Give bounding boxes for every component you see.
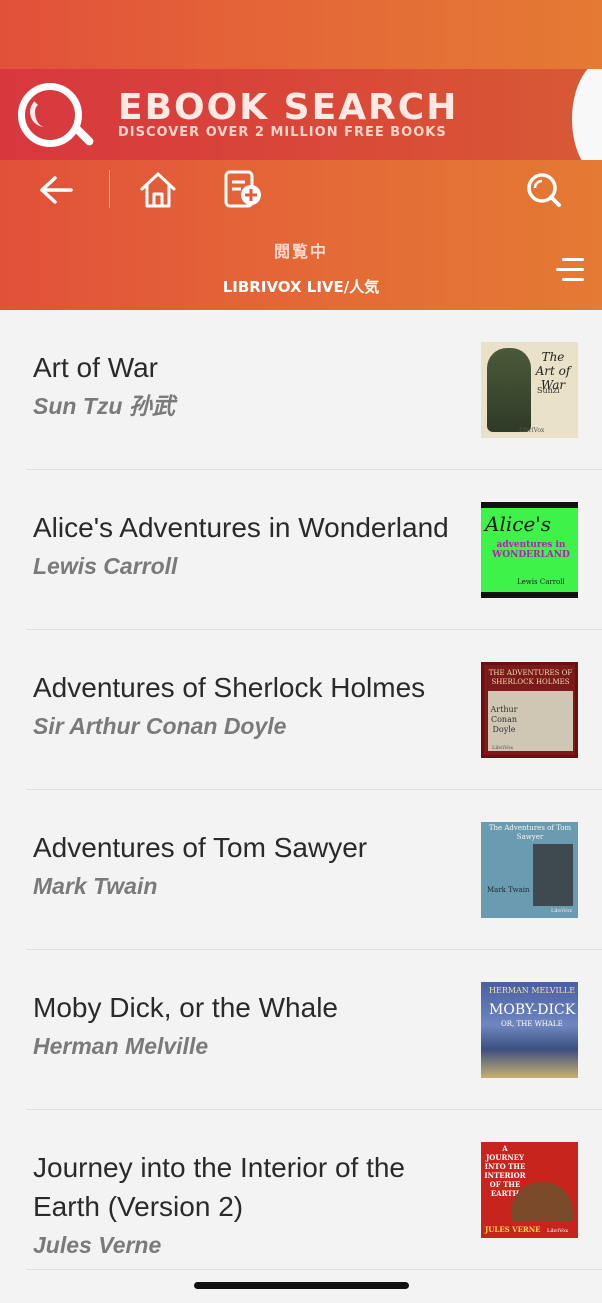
ebook-search-banner[interactable]: EBOOK SEARCH DISCOVER OVER 2 MILLION FRE… xyxy=(0,69,602,160)
book-cover: HERMAN MELVILLE MOBY-DICK OR, THE WHALE xyxy=(481,982,578,1078)
magnifier-logo-highlight xyxy=(30,97,60,127)
book-author: Lewis Carroll xyxy=(33,553,178,579)
menu-icon[interactable] xyxy=(550,256,584,286)
book-title: Art of War xyxy=(33,352,158,383)
list-item[interactable]: Adventures of Tom Sawyer Mark Twain The … xyxy=(0,790,602,950)
toolbar-divider xyxy=(109,170,110,208)
list-item[interactable]: Adventures of Sherlock Holmes Sir Arthur… xyxy=(0,630,602,790)
list-item[interactable]: Journey into the Interior of the Earth (… xyxy=(0,1110,602,1270)
book-author: Sun Tzu 孙武 xyxy=(33,393,175,419)
book-cover: The Adventures of Tom Sawyer Mark Twain … xyxy=(481,822,578,918)
add-document-icon[interactable] xyxy=(220,168,264,212)
banner-title: EBOOK SEARCH xyxy=(118,87,459,128)
book-cover: The Art of War Sunzi LibriVox xyxy=(481,342,578,438)
book-author: Jules Verne xyxy=(33,1232,162,1258)
book-author: Herman Melville xyxy=(33,1033,209,1059)
category-title: LIBRIVOX LIVE/人気 xyxy=(222,278,380,296)
book-author: Sir Arthur Conan Doyle xyxy=(33,713,287,739)
book-cover: THE ADVENTURES OF SHERLOCK HOLMES Arthur… xyxy=(481,662,578,758)
home-indicator xyxy=(194,1282,409,1289)
book-title: Alice's Adventures in Wonderland xyxy=(33,512,449,543)
list-item[interactable]: Art of War Sun Tzu 孙武 The Art of War Sun… xyxy=(0,310,602,470)
banner-subtitle: DISCOVER OVER 2 MILLION FREE BOOKS xyxy=(118,125,447,140)
book-title: Journey into the Interior of the Earth (… xyxy=(33,1152,405,1222)
book-author: Mark Twain xyxy=(33,873,158,899)
book-title: Moby Dick, or the Whale xyxy=(33,992,338,1023)
back-arrow-icon[interactable] xyxy=(34,168,78,212)
browsing-status: 閲覧中 xyxy=(273,242,328,261)
toolbar xyxy=(0,160,602,220)
list-item[interactable]: Alice's Adventures in Wonderland Lewis C… xyxy=(0,470,602,630)
book-cover: A JOURNEY INTO THE INTERIOR OF THE EARTH… xyxy=(481,1142,578,1238)
banner-decoration xyxy=(572,69,602,160)
book-cover: Alice's adventures in WONDERLAND Lewis C… xyxy=(481,502,578,598)
search-icon[interactable] xyxy=(522,168,566,212)
book-title: Adventures of Tom Sawyer xyxy=(33,832,368,863)
list-item[interactable]: Moby Dick, or the Whale Herman Melville … xyxy=(0,950,602,1110)
status-bar xyxy=(0,0,602,69)
home-icon[interactable] xyxy=(136,168,180,212)
book-title: Adventures of Sherlock Holmes xyxy=(33,672,426,703)
